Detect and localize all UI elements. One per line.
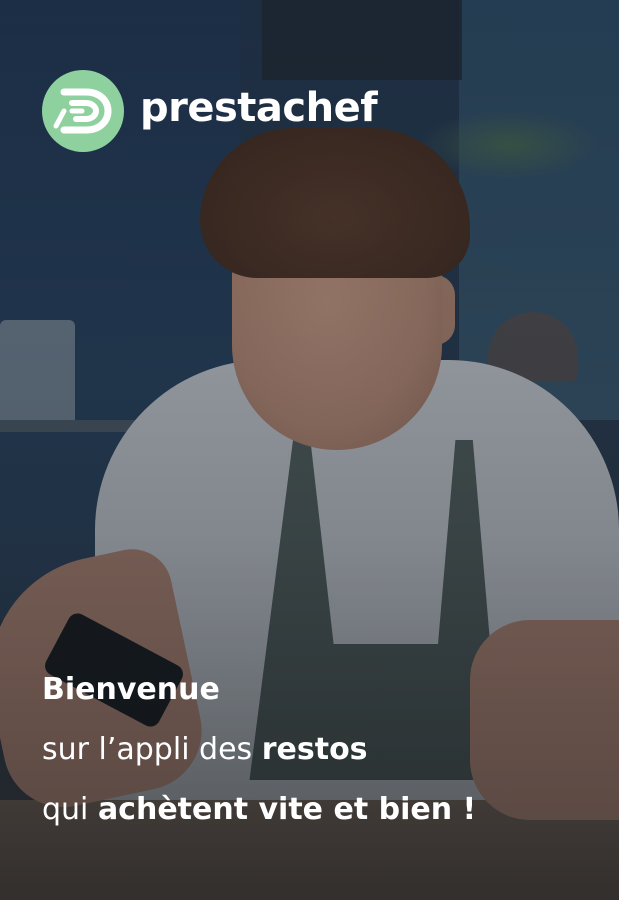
welcome-line-3: qui achètent vite et bien ! xyxy=(42,780,602,840)
prestachef-logo-icon xyxy=(42,70,124,152)
brand-logo: prestachef xyxy=(42,70,378,152)
welcome-title: Bienvenue xyxy=(42,672,220,707)
welcome-line-3-emphasis: achètent vite et bien ! xyxy=(97,792,477,827)
welcome-line-2-emphasis: restos xyxy=(261,732,368,767)
welcome-message: Bienvenue sur l’appli des restos qui ach… xyxy=(42,660,602,840)
welcome-line-3-text: qui xyxy=(42,792,98,827)
welcome-line-2-text: sur l’appli des xyxy=(42,732,262,767)
welcome-screen: prestachef Bienvenue sur l’appli des res… xyxy=(0,0,619,900)
welcome-line-2: sur l’appli des restos xyxy=(42,720,602,780)
brand-name: prestachef xyxy=(140,85,378,131)
